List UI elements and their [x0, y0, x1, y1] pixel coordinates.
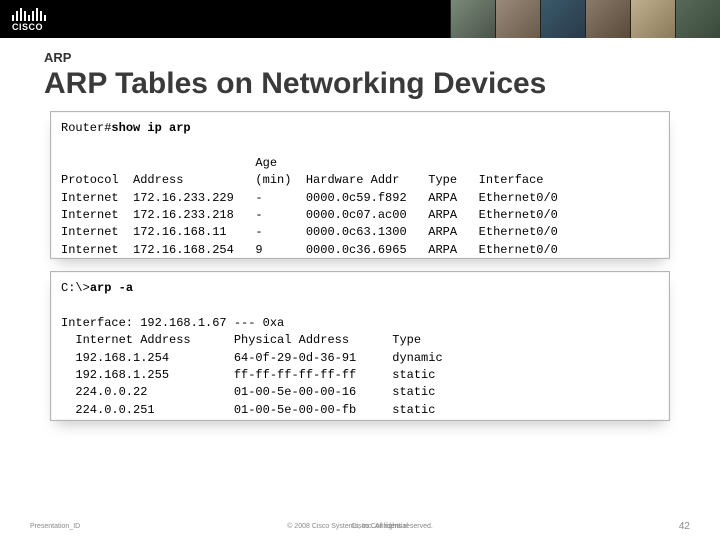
banner-photo: [675, 0, 720, 38]
footer-left: Presentation_ID: [30, 523, 80, 530]
banner-photo: [540, 0, 585, 38]
pc-terminal: C:\>arp -a Interface: 192.168.1.67 --- 0…: [50, 271, 670, 421]
cisco-logo: CISCO: [12, 7, 46, 32]
page-title: ARP Tables on Networking Devices: [44, 67, 720, 101]
logo-text: CISCO: [12, 22, 46, 32]
section-label: ARP: [44, 50, 720, 65]
top-banner: CISCO: [0, 0, 720, 38]
banner-photos: [450, 0, 720, 38]
banner-photo: [585, 0, 630, 38]
slide-footer: Presentation_ID © 2008 Cisco Systems, In…: [0, 521, 720, 532]
logo-bars-icon: [12, 7, 46, 21]
router-terminal: Router#show ip arp Age Protocol Address …: [50, 111, 670, 259]
page-number: 42: [679, 521, 690, 532]
banner-photo: [495, 0, 540, 38]
footer-center: © 2008 Cisco Systems, Inc. All rights re…: [287, 523, 433, 530]
banner-photo: [630, 0, 675, 38]
banner-photo: [450, 0, 495, 38]
